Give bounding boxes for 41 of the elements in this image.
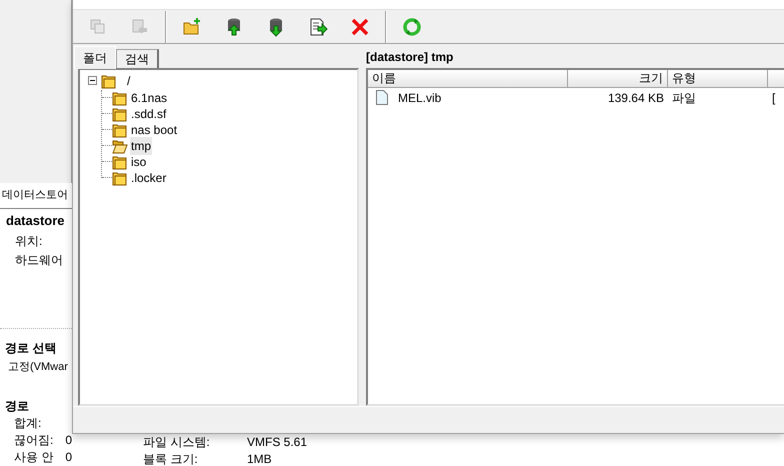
field-label: 파일 시스템: xyxy=(143,434,211,451)
table-cell-text: [ xyxy=(771,90,776,107)
section-title: 경로 xyxy=(4,398,30,415)
field-label: 끊어짐: xyxy=(14,432,54,449)
column-header[interactable]: 이름 xyxy=(368,70,568,88)
field-label: 블록 크기: xyxy=(143,451,199,466)
tab[interactable]: 폴더 xyxy=(74,46,116,69)
path-label: [datastore] tmp xyxy=(366,48,454,66)
field-label: 합계: xyxy=(14,415,42,432)
field-label: 사용 안 xyxy=(14,449,54,466)
file-name[interactable]: MEL.vib xyxy=(398,88,442,107)
folder-icon xyxy=(112,170,128,186)
tree-item[interactable]: .sdd.sf xyxy=(130,104,168,123)
tree-item[interactable]: 6.1nas xyxy=(130,88,168,107)
tree-item[interactable]: / xyxy=(127,72,130,90)
open-folder-icon xyxy=(112,138,128,154)
path-policy: 고정(VMwar xyxy=(7,360,68,374)
folder-icon xyxy=(112,154,128,170)
folder-icon xyxy=(112,106,128,122)
tree-item[interactable]: iso xyxy=(130,152,148,171)
field-value: 0 xyxy=(65,432,72,449)
field-value: VMFS 5.61 xyxy=(247,434,308,451)
tree-item[interactable]: .locker xyxy=(130,168,168,187)
collapse-icon[interactable] xyxy=(88,76,97,86)
section-title: 경로 선택 xyxy=(4,340,58,356)
folder-icon xyxy=(112,90,128,106)
column-header[interactable]: 유형 xyxy=(668,70,768,88)
field-value: 1MB xyxy=(247,451,273,466)
folder-icon xyxy=(101,72,117,89)
tree-item[interactable]: nas boot xyxy=(130,120,178,139)
column-header[interactable] xyxy=(768,70,784,88)
field-label: 위치: xyxy=(14,232,42,250)
folder-icon xyxy=(112,122,128,138)
file-size: 139.64 KB xyxy=(606,90,665,107)
datastore-name: datastore xyxy=(5,212,66,230)
field-label: 하드웨어 xyxy=(14,252,63,268)
tree-item[interactable]: tmp xyxy=(130,136,152,155)
file-type: 파일 xyxy=(671,90,697,107)
column-header[interactable]: 크기 xyxy=(568,70,668,88)
file-icon xyxy=(376,90,388,106)
field-value: 0 xyxy=(65,449,72,466)
